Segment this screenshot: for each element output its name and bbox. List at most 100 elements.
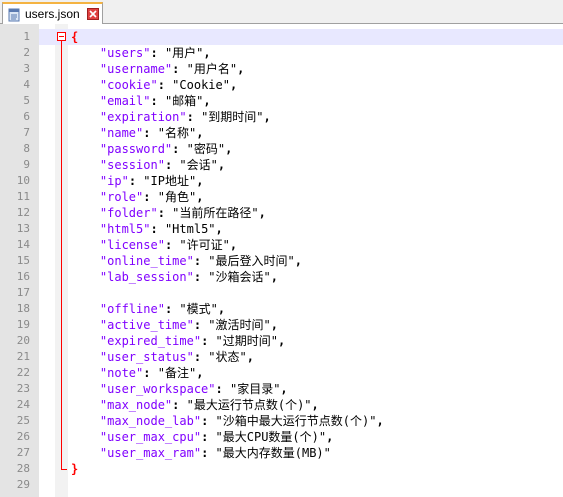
code-line[interactable]: 28} [0,461,563,477]
close-icon[interactable] [86,8,99,20]
code-line[interactable]: 18 "offline": "模式", [0,301,563,317]
comma: , [277,334,286,348]
code-line[interactable]: 24 "max_node": "最大运行节点数(个)", [0,397,563,413]
comma: , [270,270,278,284]
json-value: "角色" [157,190,197,204]
json-key: "active_time" [99,318,194,332]
colon: : [193,270,202,284]
code-editor[interactable]: 1{2 "users": "用户", 3 "username": "用户名", 4 … [0,24,563,497]
code-line[interactable]: 21 "user_status": "状态", [0,349,563,365]
code-text: "license": "许可证", [71,237,237,253]
comma: , [229,238,238,252]
json-key: "name" [99,126,144,140]
line-number: 8 [23,142,30,155]
code-text: } [71,461,78,477]
json-key: "user_workspace" [99,382,216,396]
json-key: "html5" [99,222,151,236]
code-line[interactable]: 5 "email": "邮箱", [0,93,563,109]
fold-guide [61,41,62,469]
comma: , [311,398,319,412]
colon: : [164,158,173,172]
fold-toggle-icon[interactable] [57,32,66,41]
json-value: "模式" [179,302,218,316]
code-line[interactable]: 20 "expired_time": "过期时间", [0,333,563,349]
comma: , [215,222,223,236]
code-line[interactable]: 12 "folder": "当前所在路径", [0,205,563,221]
code-line[interactable]: 16 "lab_session": "沙箱会话", [0,269,563,285]
code-line[interactable]: 14 "license": "许可证", [0,237,563,253]
code-line[interactable]: 13 "html5": "Html5", [0,221,563,237]
code-text: { [71,29,78,45]
json-key: "expired_time" [99,334,202,348]
code-line[interactable]: 26 "user_max_cpu": "最大CPU数量(个)", [0,429,563,445]
code-line[interactable]: 25 "max_node_lab": "沙箱中最大运行节点数(个)", [0,413,563,429]
code-text: "name": "名称", [71,125,204,141]
colon: : [201,414,209,428]
code-text: "cookie": "Cookie", [71,77,237,93]
code-text: "users": "用户", [71,45,211,61]
code-line[interactable]: 11 "role": "角色", [0,189,563,205]
json-value: "会话" [179,158,218,172]
line-number: 7 [23,126,30,139]
colon: : [215,382,223,396]
json-value: "当前所在路径" [172,206,259,220]
comma: , [203,94,211,108]
code-line[interactable]: 29 [0,477,563,493]
code-line[interactable]: 8 "password": "密码", [0,141,563,157]
comma: , [203,46,211,60]
colon: : [193,350,202,364]
code-text: "lab_session": "沙箱会话", [71,269,278,285]
colon: : [172,398,180,412]
json-value: "Html5" [164,222,216,236]
json-value: "用户名" [186,62,238,76]
code-line[interactable]: 23 "user_workspace": "家目录", [0,381,563,397]
code-line[interactable]: 27 "user_max_ram": "最大内存数量(MB)" [0,445,563,461]
json-key: "ip" [99,174,129,188]
code-line[interactable]: 1{ [0,29,563,45]
comma: , [196,366,204,380]
colon: : [186,110,194,124]
json-key: "users" [99,46,151,60]
line-number: 16 [16,270,30,283]
code-line[interactable]: 19 "active_time": "激活时间", [0,317,563,333]
code-text: "user_max_cpu": "最大CPU数量(个)", [71,429,333,445]
json-key: "email" [99,94,151,108]
code-text: "username": "用户名", [71,61,244,77]
line-number: 13 [16,222,30,235]
code-line[interactable]: 6 "expiration": "到期时间", [0,109,563,125]
code-line[interactable]: 2 "users": "用户", [0,45,563,61]
line-number: 10 [16,174,30,187]
code-text: "note": "备注", [71,365,204,381]
comma: , [326,430,334,444]
tab-users-json[interactable]: users.json [2,2,103,24]
comma: , [376,414,384,428]
code-line[interactable]: 22 "note": "备注", [0,365,563,381]
colon: : [143,190,151,204]
json-key: "max_node_lab" [99,414,202,428]
code-line[interactable]: 7 "name": "名称", [0,125,563,141]
colon: : [201,334,209,348]
line-number: 19 [16,318,30,331]
open-brace: { [71,30,79,44]
colon: : [164,302,173,316]
code-line[interactable]: 15 "online_time": "最后登入时间", [0,253,563,269]
json-value: "最大CPU数量(个)" [215,430,327,444]
json-value: "名称" [157,126,197,140]
comma: , [225,142,233,156]
code-line[interactable]: 9 "session": "会话", [0,157,563,173]
code-text: "role": "角色", [71,189,204,205]
comma: , [258,206,266,220]
comma: , [280,382,288,396]
code-line[interactable]: 17 [0,285,563,301]
colon: : [150,222,158,236]
json-key: "user_status" [99,350,194,364]
code-line[interactable]: 4 "cookie": "Cookie", [0,77,563,93]
comma: , [246,350,254,364]
code-line[interactable]: 10 "ip": "IP地址", [0,173,563,189]
json-value: "最大运行节点数(个)" [186,398,312,412]
colon: : [172,62,180,76]
line-number: 1 [23,30,30,43]
code-text: "user_status": "状态", [71,349,254,365]
code-line[interactable]: 3 "username": "用户名", [0,61,563,77]
comma: , [263,110,271,124]
